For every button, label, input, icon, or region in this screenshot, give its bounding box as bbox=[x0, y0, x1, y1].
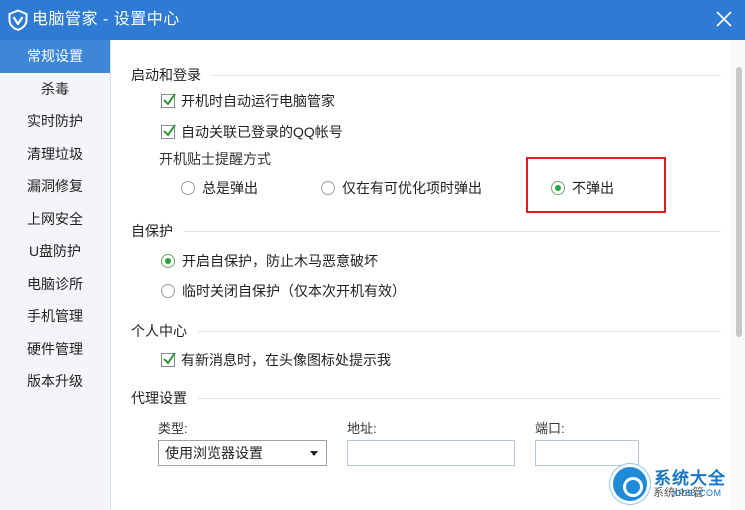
checkbox[interactable] bbox=[161, 352, 176, 367]
section-heading-personal: 个人中心 bbox=[131, 323, 187, 339]
auto-run-label: 开机时自动运行电脑管家 bbox=[181, 93, 335, 109]
title-bar: 电脑管家 - 设置中心 bbox=[0, 0, 745, 40]
window-title: 电脑管家 - 设置中心 bbox=[32, 11, 180, 28]
checkbox[interactable] bbox=[161, 93, 176, 108]
new-message-tip-label: 有新消息时，在头像图标处提示我 bbox=[181, 352, 391, 368]
checkmark-icon bbox=[163, 124, 176, 137]
popup-option-label: 仅在有可优化项时弹出 bbox=[342, 180, 482, 196]
checkbox[interactable] bbox=[161, 124, 176, 139]
proxy-type-select[interactable]: 使用浏览器设置 bbox=[158, 440, 327, 466]
checkmark-icon bbox=[163, 93, 176, 106]
auto-link-qq-checkbox-row[interactable]: 自动关联已登录的QQ帐号 bbox=[161, 122, 343, 142]
new-message-tip-checkbox-row[interactable]: 有新消息时，在头像图标处提示我 bbox=[161, 350, 391, 370]
scrollbar-thumb[interactable] bbox=[736, 67, 742, 337]
section-heading-self-protect: 自保护 bbox=[131, 223, 173, 239]
radio-selected[interactable] bbox=[161, 254, 175, 268]
close-icon[interactable] bbox=[713, 8, 735, 30]
proxy-address-input[interactable] bbox=[347, 440, 515, 466]
proxy-port-label: 端口: bbox=[535, 421, 565, 436]
watermark-url: XP85.COM bbox=[672, 488, 722, 498]
sidebar-item-realtime-protection[interactable]: 实时防护 bbox=[0, 105, 110, 138]
popup-mode-label: 开机贴士提醒方式 bbox=[159, 151, 271, 167]
sidebar-item-version-upgrade[interactable]: 版本升级 bbox=[0, 365, 110, 398]
self-protect-off-option[interactable]: 临时关闭自保护（仅本次开机有效） bbox=[161, 281, 406, 301]
sidebar-item-hardware-manager[interactable]: 硬件管理 bbox=[0, 333, 110, 366]
self-protect-off-label: 临时关闭自保护（仅本次开机有效） bbox=[182, 283, 406, 299]
sidebar-item-web-security[interactable]: 上网安全 bbox=[0, 203, 110, 236]
sidebar-item-usb-protection[interactable]: U盘防护 bbox=[0, 235, 110, 268]
section-heading-proxy: 代理设置 bbox=[131, 390, 187, 406]
radio[interactable] bbox=[321, 181, 335, 195]
chevron-down-icon bbox=[310, 451, 318, 456]
proxy-type-value: 使用浏览器设置 bbox=[165, 445, 263, 461]
proxy-type-label: 类型: bbox=[158, 421, 188, 436]
section-divider bbox=[211, 75, 721, 76]
radio[interactable] bbox=[161, 284, 175, 298]
sidebar-item-antivirus[interactable]: 杀毒 bbox=[0, 73, 110, 106]
sidebar-item-general[interactable]: 常规设置 bbox=[0, 40, 110, 73]
self-protect-on-label: 开启自保护，防止木马恶意破坏 bbox=[182, 253, 378, 269]
settings-sidebar: 常规设置 杀毒 实时防护 清理垃圾 漏洞修复 上网安全 U盘防护 电脑诊所 手机… bbox=[0, 40, 111, 510]
sidebar-item-phone-manager[interactable]: 手机管理 bbox=[0, 300, 110, 333]
sidebar-item-pc-clinic[interactable]: 电脑诊所 bbox=[0, 268, 110, 301]
popup-option-when-optimizable[interactable]: 仅在有可优化项时弹出 bbox=[321, 178, 482, 198]
checkmark-icon bbox=[163, 352, 176, 365]
section-divider bbox=[183, 231, 721, 232]
section-divider bbox=[198, 331, 721, 332]
sidebar-item-vulnerability-fix[interactable]: 漏洞修复 bbox=[0, 170, 110, 203]
shield-v-icon bbox=[8, 9, 28, 31]
radio[interactable] bbox=[181, 181, 195, 195]
proxy-address-label: 地址: bbox=[347, 421, 377, 436]
highlight-box bbox=[526, 157, 666, 213]
watermark-logo-icon bbox=[610, 464, 650, 504]
auto-run-checkbox-row[interactable]: 开机时自动运行电脑管家 bbox=[161, 91, 335, 111]
popup-option-always[interactable]: 总是弹出 bbox=[181, 178, 258, 198]
auto-link-qq-label: 自动关联已登录的QQ帐号 bbox=[181, 124, 343, 140]
site-watermark: 系统大全 系统bbs管 XP85.COM bbox=[610, 462, 745, 510]
settings-content: 启动和登录 开机时自动运行电脑管家 自动关联已登录的QQ帐号 开机贴士提醒方式 … bbox=[111, 40, 745, 510]
self-protect-on-option[interactable]: 开启自保护，防止木马恶意破坏 bbox=[161, 251, 378, 271]
sidebar-item-cleanup[interactable]: 清理垃圾 bbox=[0, 138, 110, 171]
section-heading-startup: 启动和登录 bbox=[131, 67, 201, 83]
popup-option-label: 总是弹出 bbox=[202, 180, 258, 196]
section-divider bbox=[198, 398, 721, 399]
